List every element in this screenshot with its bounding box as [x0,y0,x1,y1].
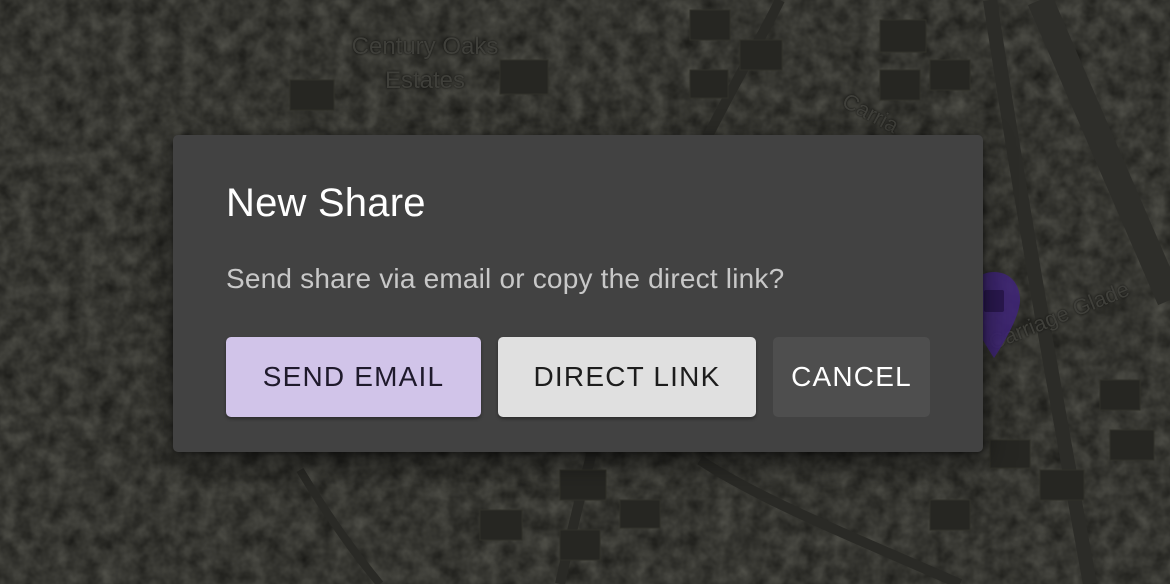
dialog-message: Send share via email or copy the direct … [226,263,785,294]
dialog-title: New Share [226,181,426,225]
send-email-button[interactable]: SEND EMAIL [226,337,481,417]
direct-link-button[interactable]: DIRECT LINK [498,337,756,417]
new-share-dialog: New Share Send share via email or copy t… [173,135,983,452]
map-area-label-line1: Century Oaks [351,33,499,60]
app-screen: Century Oaks Estates Carriage Glade Carr… [0,0,1170,584]
map-area-label: Century Oaks Estates [320,30,530,98]
map-area-label-line2: Estates [384,67,466,94]
cancel-button[interactable]: CANCEL [773,337,930,417]
